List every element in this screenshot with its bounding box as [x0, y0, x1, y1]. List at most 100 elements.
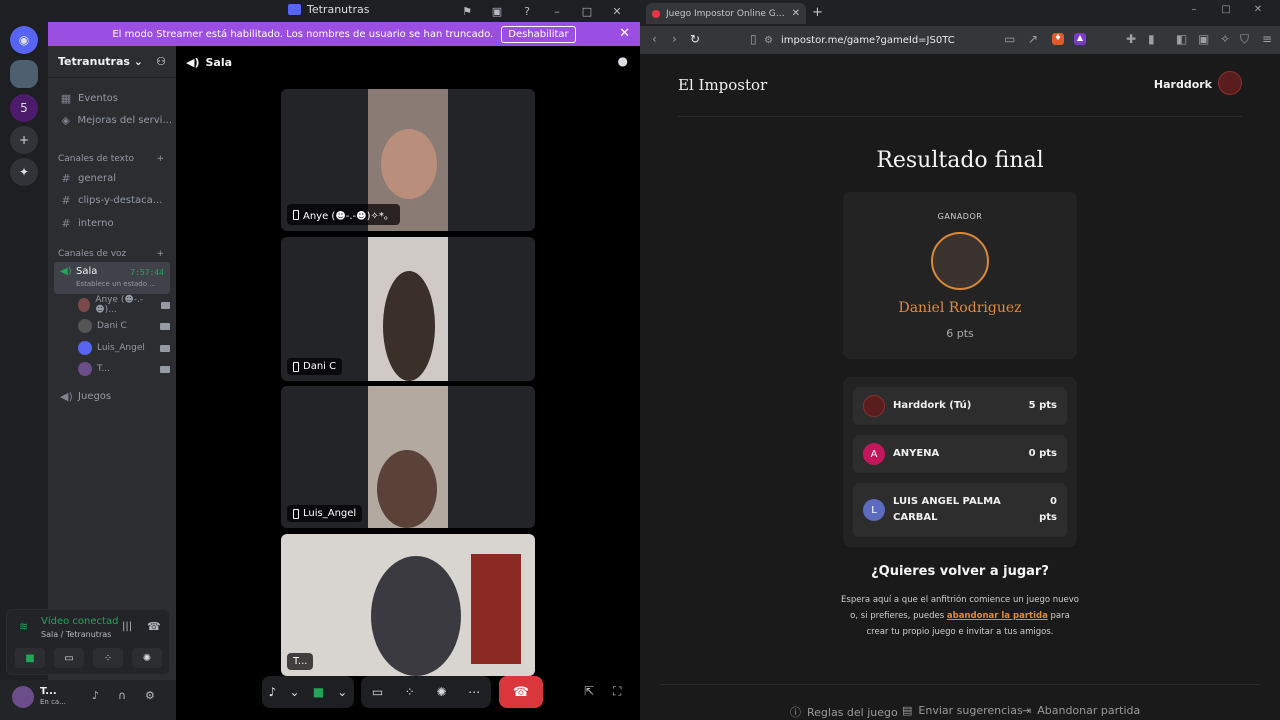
- voice-user[interactable]: Anye (☻-.-☻)...: [78, 295, 170, 315]
- add-member-icon[interactable]: ⚇: [156, 55, 166, 68]
- favicon-icon: [652, 9, 660, 18]
- soundboard-icon[interactable]: ✺: [436, 685, 446, 699]
- avatar[interactable]: [1218, 71, 1242, 95]
- footer-leave[interactable]: ⇥ Abandonar partida: [1022, 704, 1140, 717]
- video-tile[interactable]: Luis_Angel: [281, 386, 535, 528]
- text-category[interactable]: Canales de texto +: [58, 154, 164, 164]
- rewards-icon[interactable]: ▲: [1074, 33, 1086, 45]
- hash-icon: #: [61, 216, 71, 230]
- footer-feedback[interactable]: ▤ Enviar sugerencias: [902, 704, 1023, 717]
- channel-general[interactable]: # general: [54, 168, 172, 188]
- site-title[interactable]: El Impostor: [678, 76, 767, 94]
- minimize-button[interactable]: –: [542, 2, 572, 20]
- server-header[interactable]: Tetranutras ⌄ ⚇: [48, 46, 176, 78]
- menu-icon[interactable]: ≡: [1262, 32, 1272, 46]
- video-button[interactable]: ■: [15, 648, 45, 668]
- participant-image: [381, 129, 437, 199]
- abandon-link[interactable]: abandonar la partida: [947, 611, 1048, 621]
- new-tab-icon[interactable]: +: [812, 5, 823, 20]
- help-icon[interactable]: ?: [512, 2, 542, 20]
- close-tab-icon[interactable]: ✕: [792, 8, 800, 19]
- reload-icon[interactable]: ↻: [690, 32, 700, 46]
- server-icon[interactable]: 5: [10, 94, 38, 122]
- video-tile[interactable]: Dani C: [281, 237, 535, 381]
- chat-icon[interactable]: ●: [618, 54, 628, 68]
- address-bar[interactable]: ⚙ impostor.me/game?gameId=JS0TC: [764, 30, 1064, 50]
- disconnect-button[interactable]: ☎: [499, 676, 543, 708]
- chevron-down-icon[interactable]: ⌄: [337, 685, 347, 699]
- close-button[interactable]: ✕: [1242, 4, 1274, 15]
- cast-icon[interactable]: ▭: [1004, 32, 1015, 46]
- winner-card: GANADOR Daniel Rodriguez 6 pts: [843, 192, 1077, 359]
- browser-toolbar: ‹ › ↻ ▯ ⚙ impostor.me/game?gameId=JS0TC …: [640, 26, 1280, 54]
- inbox-icon[interactable]: ⚑: [452, 2, 482, 20]
- close-button[interactable]: ✕: [602, 2, 632, 20]
- soundboard-button[interactable]: ✺: [132, 648, 162, 668]
- noise-suppression-icon[interactable]: |||: [122, 621, 132, 632]
- url-text[interactable]: impostor.me/game?gameId=JS0TC: [781, 35, 955, 46]
- add-channel-icon[interactable]: +: [156, 154, 164, 164]
- site-info-icon[interactable]: ⚙: [764, 35, 773, 46]
- microphone-icon[interactable]: ♪: [269, 685, 277, 699]
- discord-home-icon[interactable]: ◉: [10, 26, 38, 54]
- footer-rules[interactable]: ⓘ Reglas del juego: [790, 704, 898, 720]
- video-tile[interactable]: T...: [281, 534, 535, 676]
- wallet-icon[interactable]: ▣: [1198, 32, 1209, 46]
- window-title: Tetranutras: [288, 3, 369, 16]
- disable-streamer-button[interactable]: Deshabilitar: [501, 25, 576, 43]
- camera-icon[interactable]: ■: [313, 685, 324, 699]
- activities-button[interactable]: ⁘: [93, 648, 123, 668]
- add-server-icon[interactable]: +: [10, 126, 38, 154]
- extensions-icon[interactable]: ✚: [1126, 32, 1136, 46]
- voice-category[interactable]: Canales de voz +: [58, 249, 164, 259]
- shield-icon[interactable]: ♦: [1052, 33, 1064, 45]
- screen-share-button[interactable]: ▭: [54, 648, 84, 668]
- panel-icon[interactable]: ◧: [1176, 32, 1187, 46]
- activities-icon[interactable]: ⁘: [405, 685, 415, 699]
- add-channel-icon[interactable]: +: [156, 249, 164, 259]
- camera-icon: [160, 344, 170, 352]
- close-banner-icon[interactable]: ✕: [619, 26, 630, 41]
- server-tetranutras-icon[interactable]: [10, 60, 38, 88]
- discover-icon[interactable]: ✦: [10, 158, 38, 186]
- forward-icon[interactable]: ›: [672, 32, 677, 46]
- voice-status[interactable]: Establece un estado ...: [76, 280, 160, 288]
- vpn-icon[interactable]: ⛉: [1240, 32, 1249, 47]
- share-icon[interactable]: ↗: [1028, 32, 1038, 46]
- voice-location[interactable]: Sala / Tetranutras: [41, 630, 111, 639]
- site-username[interactable]: Harddork: [1154, 78, 1212, 91]
- microphone-icon[interactable]: ♪: [92, 689, 99, 702]
- fullscreen-icon[interactable]: ⛶: [613, 684, 621, 699]
- avatar: [78, 298, 91, 312]
- tab-impostor[interactable]: Juego Impostor Online Gratis - J ✕: [646, 3, 806, 24]
- voice-user[interactable]: Luis_Angel: [78, 338, 170, 358]
- player-points: 0 pts: [1039, 496, 1057, 523]
- voice-channel-sala[interactable]: ◀) Sala 7:57:44 Establece un estado ...: [54, 262, 170, 294]
- disconnect-icon[interactable]: ☎: [147, 620, 161, 633]
- channel-clips[interactable]: # clips-y-destaca...: [54, 190, 172, 210]
- popout-icon[interactable]: ⇱: [584, 684, 594, 698]
- nav-boosts[interactable]: ◈ Mejoras del servi...: [54, 110, 172, 130]
- maximize-button[interactable]: □: [572, 2, 602, 20]
- signal-icon[interactable]: ≋: [19, 620, 28, 633]
- maximize-button[interactable]: □: [1210, 4, 1242, 15]
- avatar[interactable]: [12, 686, 34, 708]
- bookmark-icon[interactable]: ▯: [750, 32, 757, 46]
- voice-user[interactable]: Dani C: [78, 316, 170, 336]
- channel-interno[interactable]: # interno: [54, 213, 172, 233]
- back-icon[interactable]: ‹: [652, 32, 657, 46]
- more-icon[interactable]: ⋯: [468, 685, 480, 699]
- screen-share-icon[interactable]: ▭: [372, 685, 383, 699]
- chevron-down-icon[interactable]: ⌄: [289, 685, 299, 699]
- sidebar-icon[interactable]: ▮: [1148, 32, 1155, 46]
- settings-gear-icon[interactable]: ⚙: [145, 689, 155, 702]
- leo-icon[interactable]: ✧: [1220, 32, 1230, 46]
- nav-events[interactable]: ▦ Eventos: [54, 88, 172, 108]
- video-tile[interactable]: Anye (☻-.-☻)✧*。: [281, 89, 535, 231]
- voice-user[interactable]: T...: [78, 359, 170, 379]
- channel-juegos[interactable]: ◀) Juegos: [54, 386, 172, 406]
- minimize-button[interactable]: –: [1178, 4, 1210, 15]
- camera-icon: [160, 322, 170, 330]
- pip-icon[interactable]: ▣: [482, 2, 512, 20]
- headphones-icon[interactable]: ∩: [118, 689, 126, 702]
